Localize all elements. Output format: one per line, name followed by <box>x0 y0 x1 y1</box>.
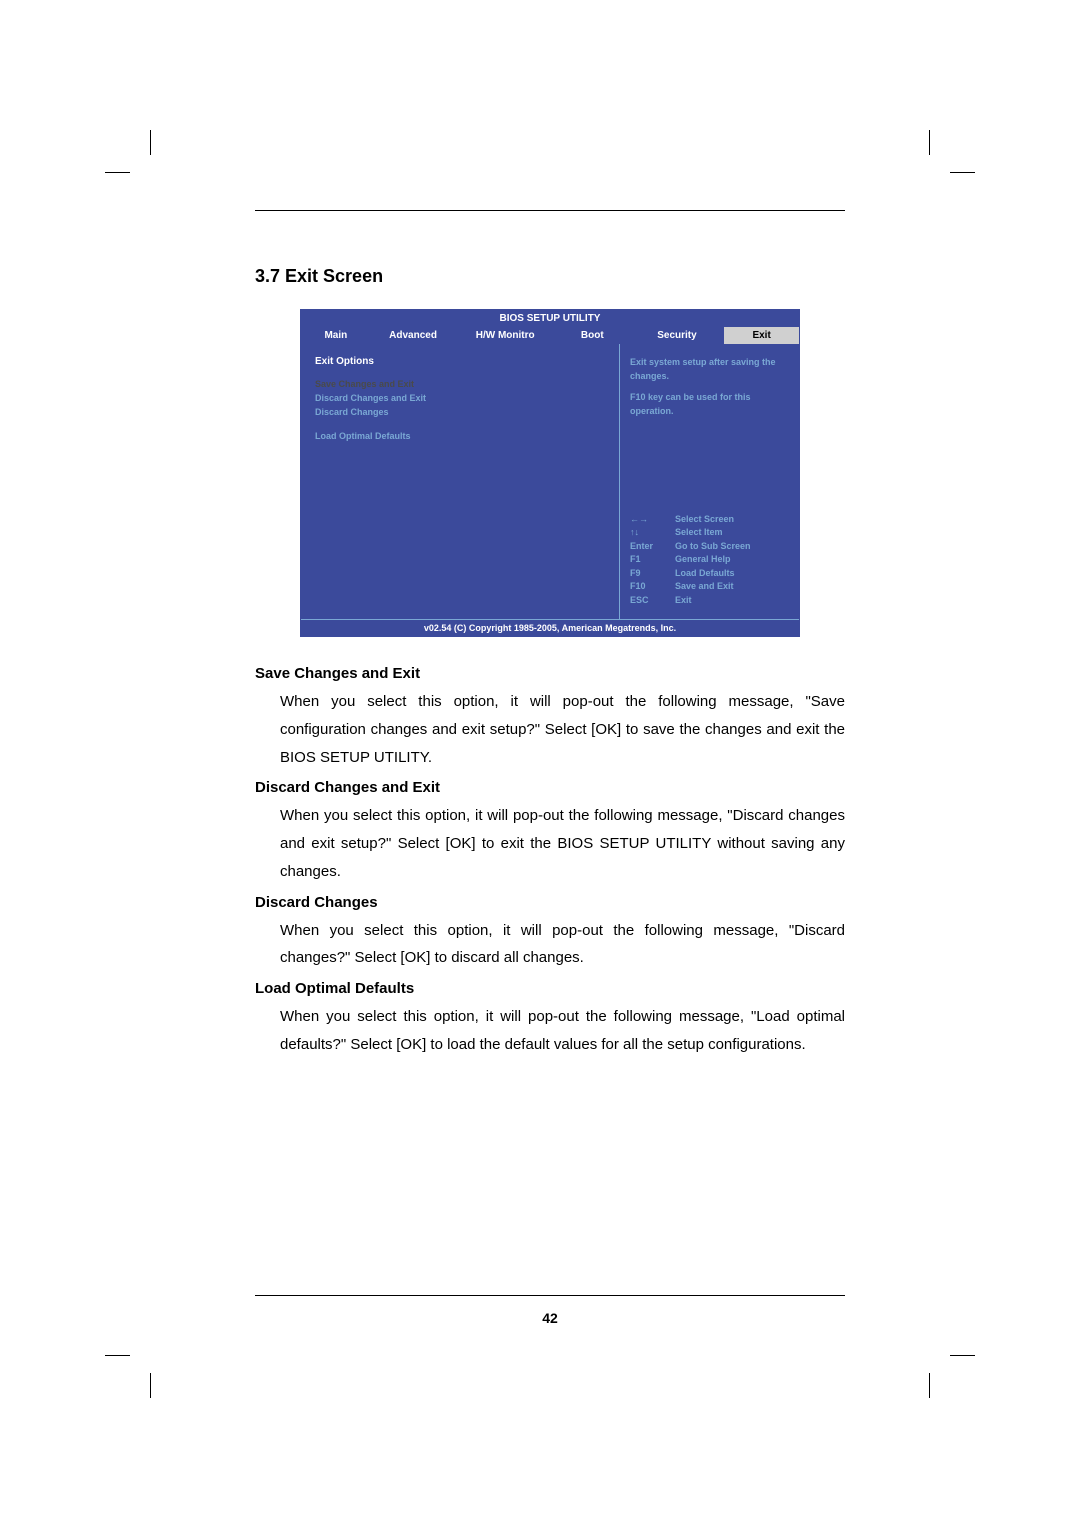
description-text: When you select this option, it will pop… <box>280 802 845 885</box>
bios-key-row: ESCExit <box>630 594 789 608</box>
bios-exit-options-heading: Exit Options <box>315 356 605 367</box>
bios-tab-main: Main <box>301 327 371 344</box>
bios-option-discard-exit: Discard Changes and Exit <box>315 391 605 405</box>
section-heading: 3.7 Exit Screen <box>255 266 845 287</box>
page-number: 42 <box>255 1310 845 1326</box>
bios-body: Exit Options Save Changes and Exit Disca… <box>301 344 799 619</box>
bios-key-row: F1General Help <box>630 553 789 567</box>
bios-key-row: ↑↓Select Item <box>630 526 789 540</box>
bios-tabs: Main Advanced H/W Monitro Boot Security … <box>301 327 799 344</box>
bios-key-label: Select Item <box>675 526 723 540</box>
bios-key-row: F9Load Defaults <box>630 567 789 581</box>
crop-mark <box>130 1333 170 1373</box>
bios-key: F9 <box>630 567 675 581</box>
bios-key-label: Exit <box>675 594 692 608</box>
bios-key-label: Go to Sub Screen <box>675 540 751 554</box>
description-title: Load Optimal Defaults <box>255 980 845 997</box>
top-divider <box>255 210 845 211</box>
bios-key-row: F10Save and Exit <box>630 580 789 594</box>
bios-option-save-exit: Save Changes and Exit <box>315 377 605 391</box>
bios-footer: v02.54 (C) Copyright 1985-2005, American… <box>301 619 799 636</box>
bios-key-row: ←→Select Screen <box>630 513 789 527</box>
bios-option-load-defaults: Load Optimal Defaults <box>315 429 605 443</box>
description-title: Discard Changes and Exit <box>255 779 845 796</box>
crop-mark <box>130 155 170 195</box>
bios-key-label: Select Screen <box>675 513 734 527</box>
bios-title: BIOS SETUP UTILITY <box>301 310 799 327</box>
bios-key-label: Save and Exit <box>675 580 734 594</box>
page-content: 3.7 Exit Screen BIOS SETUP UTILITY Main … <box>255 210 845 1328</box>
description-text: When you select this option, it will pop… <box>280 917 845 973</box>
bios-tab-hw-monitor: H/W Monitro <box>455 327 555 344</box>
bios-key: ↑↓ <box>630 526 675 540</box>
crop-mark <box>910 1333 950 1373</box>
description-block: Save Changes and Exit When you select th… <box>255 665 845 771</box>
description-title: Discard Changes <box>255 894 845 911</box>
bios-key: F1 <box>630 553 675 567</box>
description-title: Save Changes and Exit <box>255 665 845 682</box>
bios-key: Enter <box>630 540 675 554</box>
bios-option-discard: Discard Changes <box>315 405 605 419</box>
bottom-divider <box>255 1295 845 1296</box>
bios-key-legend: ←→Select Screen ↑↓Select Item EnterGo to… <box>630 513 789 608</box>
bios-tab-advanced: Advanced <box>371 327 456 344</box>
bios-tab-exit: Exit <box>724 327 799 344</box>
bios-help-text: Exit system setup after saving the chang… <box>630 356 789 383</box>
description-block: Discard Changes and Exit When you select… <box>255 779 845 885</box>
bios-option-group: Save Changes and Exit Discard Changes an… <box>315 377 605 419</box>
bios-help-text: F10 key can be used for this operation. <box>630 391 789 418</box>
description-text: When you select this option, it will pop… <box>280 1003 845 1059</box>
description-block: Load Optimal Defaults When you select th… <box>255 980 845 1059</box>
description-block: Discard Changes When you select this opt… <box>255 894 845 973</box>
description-text: When you select this option, it will pop… <box>280 688 845 771</box>
bios-key: ESC <box>630 594 675 608</box>
bios-key: ←→ <box>630 513 675 527</box>
bios-key: F10 <box>630 580 675 594</box>
bios-key-label: Load Defaults <box>675 567 735 581</box>
bios-tab-security: Security <box>630 327 725 344</box>
crop-mark <box>910 155 950 195</box>
bios-right-panel: Exit system setup after saving the chang… <box>619 344 799 619</box>
bios-left-panel: Exit Options Save Changes and Exit Disca… <box>301 344 619 619</box>
bios-key-row: EnterGo to Sub Screen <box>630 540 789 554</box>
bios-tab-boot: Boot <box>555 327 630 344</box>
bios-screenshot: BIOS SETUP UTILITY Main Advanced H/W Mon… <box>300 309 800 637</box>
bios-key-label: General Help <box>675 553 731 567</box>
